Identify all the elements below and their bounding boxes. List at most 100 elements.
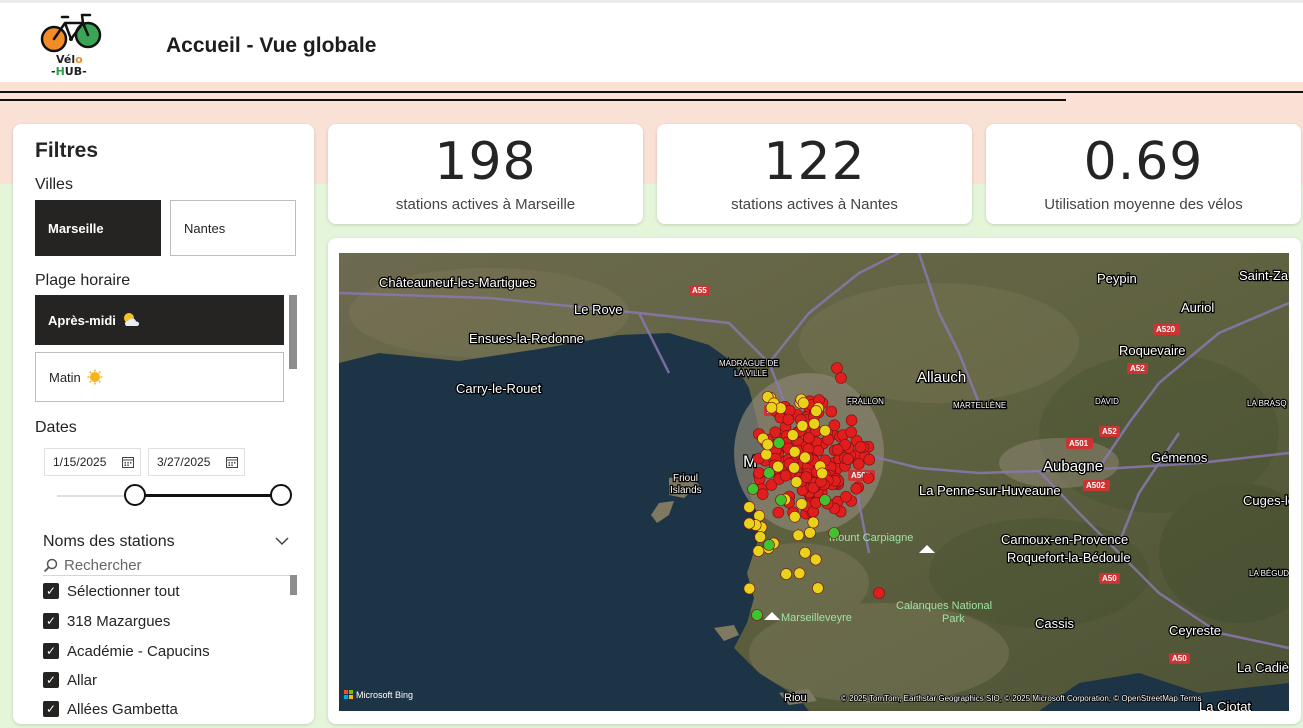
station-marker[interactable]: [799, 451, 811, 464]
station-marker[interactable]: [799, 546, 811, 559]
station-marker[interactable]: [842, 453, 854, 465]
station-marker[interactable]: [819, 424, 831, 437]
search-placeholder: Rechercher: [64, 556, 142, 574]
station-marker[interactable]: [809, 553, 822, 566]
date-slider-end-handle[interactable]: [270, 484, 292, 506]
station-marker[interactable]: [743, 517, 756, 530]
date-slider-start-handle[interactable]: [124, 484, 146, 506]
station-marker[interactable]: [850, 482, 863, 495]
station-marker[interactable]: [788, 462, 800, 474]
station-item[interactable]: ✓ 318 Mazargues: [43, 610, 170, 632]
calendar-icon[interactable]: [122, 456, 134, 468]
station-item-label: Allées Gambetta: [67, 700, 178, 718]
checkbox-checked-icon[interactable]: ✓: [43, 583, 59, 599]
station-marker[interactable]: [795, 498, 808, 510]
svg-text:Cuges-les: Cuges-les: [1243, 493, 1289, 508]
station-item[interactable]: ✓ Académie - Capucins: [43, 640, 210, 662]
time-slot-scrollbar[interactable]: [289, 295, 297, 369]
svg-text:Ceyreste: Ceyreste: [1169, 623, 1221, 638]
svg-text:Le Rove: Le Rove: [574, 302, 622, 317]
date-end-input[interactable]: 3/27/2025: [148, 448, 245, 476]
station-item-label: Allar: [67, 671, 98, 689]
station-marker[interactable]: [792, 529, 805, 542]
stations-map[interactable]: A55 A7 A520 A52 A501 A52 A507 A502 A50 A…: [339, 253, 1289, 711]
station-marker[interactable]: [845, 426, 857, 438]
station-marker[interactable]: [743, 501, 756, 513]
station-marker[interactable]: [788, 510, 801, 523]
station-marker[interactable]: [845, 414, 858, 427]
logo-line2: -HUB-: [51, 65, 87, 78]
station-marker[interactable]: [765, 401, 778, 414]
station-marker[interactable]: [840, 491, 852, 503]
station-marker[interactable]: [788, 446, 801, 458]
svg-text:A502: A502: [1086, 481, 1106, 490]
svg-text:Islands: Islands: [670, 485, 702, 496]
station-marker[interactable]: [802, 432, 815, 444]
station-marker[interactable]: [800, 471, 813, 483]
stations-scrollbar[interactable]: [290, 575, 297, 595]
time-slot-morning[interactable]: Matin: [35, 352, 284, 402]
map-copyright[interactable]: © 2025 TomTom, Earthstar Geographics SIO…: [840, 693, 1202, 704]
station-marker[interactable]: [763, 467, 775, 479]
station-marker[interactable]: [862, 472, 875, 484]
svg-text:A55: A55: [692, 286, 707, 295]
city-tile-nantes[interactable]: Nantes: [170, 200, 296, 256]
station-marker[interactable]: [790, 476, 803, 488]
station-marker[interactable]: [828, 527, 840, 539]
station-marker[interactable]: [797, 397, 810, 409]
station-marker[interactable]: [852, 458, 865, 470]
svg-text:La Penne-sur-Huveaune: La Penne-sur-Huveaune: [919, 483, 1061, 498]
station-marker[interactable]: [835, 372, 847, 384]
station-marker[interactable]: [756, 488, 769, 500]
station-marker[interactable]: [810, 405, 823, 417]
station-marker[interactable]: [825, 405, 838, 418]
station-marker[interactable]: [743, 582, 756, 595]
calendar-icon[interactable]: [226, 456, 238, 468]
station-item[interactable]: ✓ Sélectionner tout: [43, 580, 180, 602]
svg-text:Allauch: Allauch: [917, 369, 966, 386]
station-marker[interactable]: [752, 545, 765, 557]
station-marker[interactable]: [747, 483, 759, 495]
checkbox-checked-icon[interactable]: ✓: [43, 643, 59, 659]
station-marker[interactable]: [831, 444, 844, 456]
map-canvas[interactable]: A55 A7 A520 A52 A501 A52 A507 A502 A50 A…: [339, 253, 1289, 711]
chevron-down-icon[interactable]: [275, 536, 289, 546]
checkbox-checked-icon[interactable]: ✓: [43, 701, 59, 717]
station-item[interactable]: ✓ Allées Gambetta: [43, 698, 178, 720]
station-marker[interactable]: [773, 437, 785, 449]
station-search[interactable]: Rechercher: [43, 555, 297, 576]
station-marker[interactable]: [775, 494, 787, 506]
station-marker[interactable]: [793, 567, 806, 580]
station-marker[interactable]: [873, 587, 885, 599]
checkbox-checked-icon[interactable]: ✓: [43, 613, 59, 629]
station-marker[interactable]: [763, 539, 775, 551]
station-marker[interactable]: [819, 494, 831, 506]
station-item[interactable]: ✓ Allar: [43, 669, 97, 691]
city-tile-marseille[interactable]: Marseille: [35, 200, 161, 256]
station-marker[interactable]: [779, 469, 792, 482]
station-marker[interactable]: [863, 453, 876, 466]
station-marker[interactable]: [854, 441, 867, 453]
station-marker[interactable]: [754, 531, 767, 543]
station-marker[interactable]: [772, 506, 785, 519]
station-marker[interactable]: [780, 568, 793, 580]
date-slider-range: [135, 494, 282, 497]
station-marker[interactable]: [796, 420, 809, 432]
station-marker[interactable]: [753, 467, 765, 479]
station-marker[interactable]: [831, 362, 843, 374]
station-marker[interactable]: [760, 448, 773, 461]
station-marker[interactable]: [761, 438, 774, 451]
time-slot-afternoon[interactable]: Après-midi: [35, 295, 284, 345]
svg-text:Calanques National: Calanques National: [896, 600, 992, 612]
kpi-card-usage: 0.69 Utilisation moyenne des vélos: [986, 124, 1301, 224]
checkbox-checked-icon[interactable]: ✓: [43, 672, 59, 688]
station-marker[interactable]: [786, 429, 799, 441]
station-marker[interactable]: [808, 418, 821, 430]
station-marker[interactable]: [812, 582, 824, 595]
station-marker[interactable]: [751, 609, 763, 621]
date-start-input[interactable]: 1/15/2025: [44, 448, 141, 476]
station-marker[interactable]: [807, 516, 820, 529]
station-marker[interactable]: [782, 413, 795, 426]
station-marker[interactable]: [804, 526, 816, 539]
station-marker[interactable]: [816, 467, 828, 480]
